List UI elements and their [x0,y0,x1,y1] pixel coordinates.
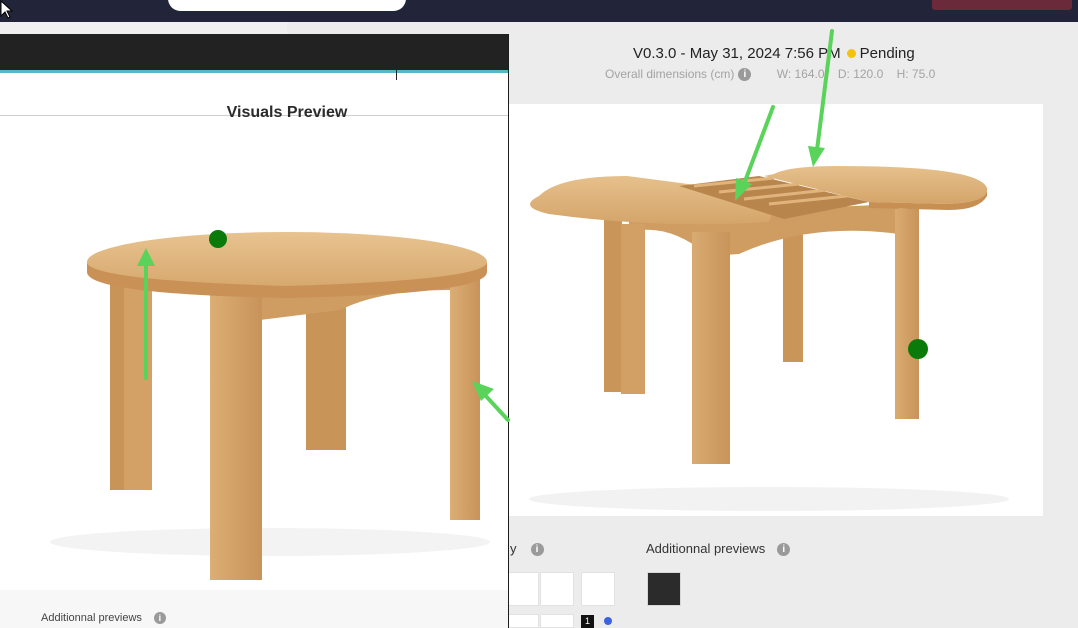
visuals-preview-window: Visuals Preview Additionnal previews i [0,34,509,628]
tab-edge [396,70,397,80]
gallery-thumbnail[interactable] [540,572,574,606]
main-preview-image[interactable] [509,104,1043,516]
round-table-illustration [50,232,490,580]
dimension-height: H: 75.0 [896,67,936,81]
dimension-width: W: 164.0 [776,67,825,81]
gallery-thumbnail[interactable] [505,572,539,606]
accent-line [0,70,508,73]
dimensions-line: Overall dimensions (cm) i W: 164.0 D: 120… [605,67,945,82]
version-info: V0.3.0 - May 31, 2024 7:56 PM [633,45,841,62]
count-badge: 1 [581,615,594,628]
overlay-additional-previews-label: Additionnal previews i [41,612,166,625]
info-icon[interactable]: i [530,543,544,557]
overlay-preview-image[interactable] [0,130,508,590]
additional-preview-thumbnail[interactable] [647,572,681,606]
info-icon[interactable]: i [738,68,752,82]
info-icon[interactable]: i [153,612,166,625]
version-header: V0.3.0 - May 31, 2024 7:56 PM Pending [633,45,915,62]
extendable-table-illustration [529,166,1009,511]
dimension-depth: D: 120.0 [837,67,884,81]
selection-dot-indicator [604,617,612,625]
topbar-action-button[interactable] [932,0,1072,10]
search-input[interactable] [168,0,406,11]
gallery-thumbnail[interactable] [540,614,574,628]
preview-title: Visuals Preview [226,104,348,121]
status-badge: Pending [859,45,915,62]
gallery-label: yi [510,541,544,557]
additional-previews-label: Additionnal previews i [646,541,791,557]
status-dot-icon [846,49,856,59]
app-topbar [0,0,1078,22]
info-icon[interactable]: i [777,543,791,557]
gallery-thumbnail[interactable] [505,614,539,628]
window-titlebar[interactable] [0,34,508,70]
dimensions-label: Overall dimensions (cm) [605,67,735,81]
gallery-thumbnail[interactable] [581,572,615,606]
